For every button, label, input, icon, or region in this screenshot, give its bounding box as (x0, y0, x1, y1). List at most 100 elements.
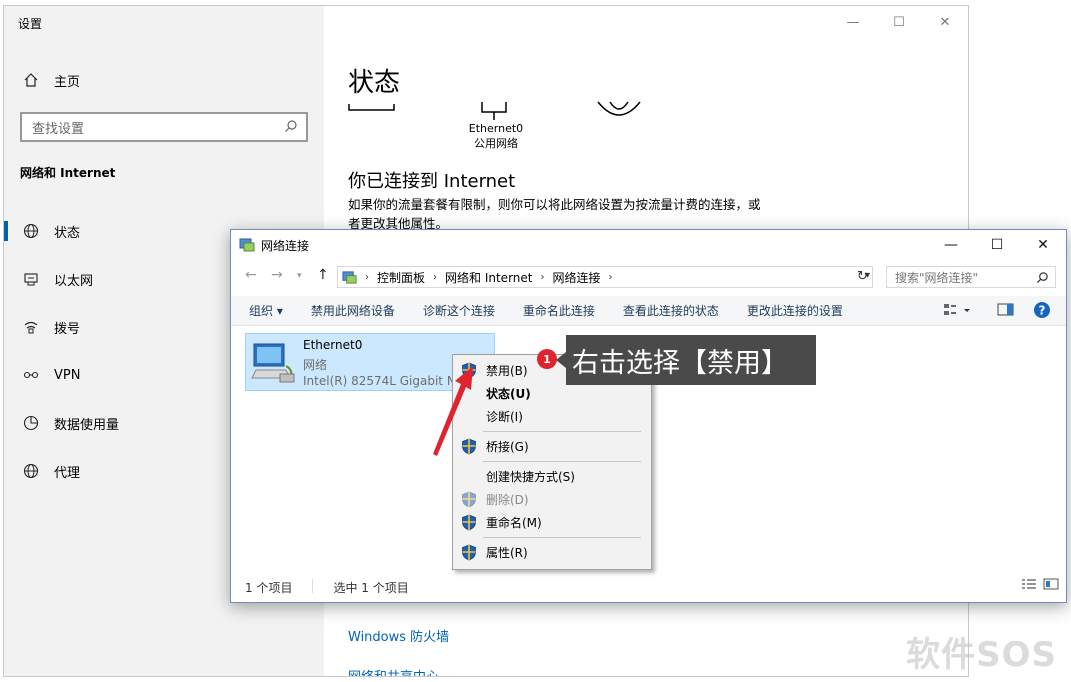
home-icon (20, 72, 42, 88)
ethernet-name: Ethernet0 (468, 122, 524, 135)
menu-label: 删除(D) (486, 493, 529, 507)
menu-item-rename[interactable]: 重命名(M) (453, 511, 651, 534)
menu-separator (483, 431, 641, 432)
diagnose-button[interactable]: 诊断这个连接 (423, 302, 495, 319)
view-status-button[interactable]: 查看此连接的状态 (623, 302, 719, 319)
help-icon[interactable]: ? (1033, 301, 1051, 322)
menu-label: 创建快捷方式(S) (486, 470, 575, 484)
dialup-icon (20, 319, 42, 335)
menu-separator (483, 461, 641, 462)
settings-caption-buttons: — ☐ ✕ (830, 6, 968, 38)
connection-name: Ethernet0 (303, 338, 363, 352)
firewall-link[interactable]: Windows 防火墙 (348, 626, 449, 645)
search-placeholder: 搜索"网络连接" (895, 270, 979, 285)
control-panel-icon (342, 270, 357, 285)
menu-label: 桥接(G) (486, 440, 529, 454)
nav-label: 状态 (54, 225, 81, 241)
annotation-step-badge: 1 (537, 349, 557, 369)
rename-button[interactable]: 重命名此连接 (523, 302, 595, 319)
nav-label: 数据使用量 (54, 417, 120, 433)
page-title: 状态 (348, 68, 401, 98)
command-bar: 组织 ▾ 禁用此网络设备 诊断这个连接 重命名此连接 查看此连接的状态 更改此连… (231, 296, 1066, 326)
close-button[interactable]: ✕ (1020, 230, 1066, 260)
menu-label: 状态(U) (486, 387, 531, 401)
tiles-view-icon[interactable] (1043, 575, 1059, 594)
disable-device-button[interactable]: 禁用此网络设备 (311, 302, 395, 319)
menu-separator (483, 537, 641, 538)
menu-item-create-shortcut[interactable]: 创建快捷方式(S) (453, 465, 651, 488)
nav-item-home[interactable]: 主页 (4, 62, 324, 98)
breadcrumb-separator: › (365, 271, 369, 283)
vpn-icon (20, 367, 42, 383)
annotation-callout: 右击选择【禁用】 (556, 335, 816, 385)
details-view-icon[interactable] (1021, 575, 1037, 594)
menu-label: 重命名(M) (486, 516, 542, 530)
nav-label: 主页 (54, 74, 81, 90)
watermark: 软件SOS (906, 635, 1057, 675)
organize-button[interactable]: 组织 ▾ (249, 302, 283, 319)
nav-label: 拨号 (54, 321, 81, 337)
sharing-center-link[interactable]: 网络和共享中心 (348, 666, 439, 676)
data-usage-icon (20, 415, 42, 431)
up-arrow-icon[interactable]: ↑ (317, 267, 329, 283)
breadcrumb-separator: › (433, 271, 438, 283)
close-button[interactable]: ✕ (922, 6, 968, 38)
ethernet-label: Ethernet0 公用网络 (452, 121, 540, 151)
breadcrumb-separator: › (540, 271, 545, 283)
uac-shield-icon (461, 491, 477, 511)
uac-shield-icon (461, 514, 477, 534)
proxy-globe-icon (20, 463, 42, 479)
address-bar[interactable]: › 控制面板 › 网络和 Internet › 网络连接 › ▾ (337, 266, 873, 288)
nav-label: VPN (54, 367, 81, 383)
svg-text:?: ? (1039, 304, 1046, 318)
annotation-arrow-icon (433, 366, 473, 456)
connected-description: 如果你的流量套餐有限制，则你可以将此网络设置为按流量计费的连接，或者更改其他属性… (348, 197, 761, 231)
breadcrumb-control-panel[interactable]: 控制面板 (377, 269, 425, 286)
network-diagram-icon (348, 101, 641, 120)
change-settings-button[interactable]: 更改此连接的设置 (747, 302, 843, 319)
minimize-button[interactable]: — (830, 6, 876, 38)
minimize-button[interactable]: — (928, 230, 974, 260)
menu-label: 禁用(B) (486, 364, 528, 378)
maximize-button[interactable]: ☐ (876, 6, 922, 38)
search-icon (284, 119, 298, 137)
back-arrow-icon[interactable]: ← (245, 267, 257, 283)
nav-label: 以太网 (54, 273, 94, 289)
status-bar: 1 个项目 选中 1 个项目 (245, 579, 409, 596)
preview-pane-icon[interactable] (997, 302, 1015, 321)
menu-item-properties[interactable]: 属性(R) (453, 541, 651, 564)
breadcrumb-separator: › (608, 271, 613, 283)
search-placeholder: 查找设置 (32, 121, 85, 137)
breadcrumb-network-internet[interactable]: 网络和 Internet (445, 269, 532, 286)
maximize-button[interactable]: ☐ (974, 230, 1020, 260)
globe-icon (20, 223, 42, 239)
item-count: 1 个项目 (245, 581, 293, 595)
address-bar-row: ← → ▾ ↑ › 控制面板 › 网络和 Internet › 网络连接 › ▾… (231, 261, 1066, 293)
status-divider (312, 579, 314, 593)
menu-label: 诊断(I) (486, 410, 523, 424)
caption-buttons: — ☐ ✕ (928, 230, 1066, 260)
uac-shield-icon (461, 544, 477, 564)
breadcrumb-network-connections[interactable]: 网络连接 (552, 269, 600, 286)
refresh-icon[interactable]: ↻ (857, 269, 868, 284)
search-input[interactable]: 搜索"网络连接" (886, 266, 1056, 288)
view-options-icon[interactable] (943, 302, 973, 321)
connection-status: 网络 (303, 358, 328, 372)
selected-count: 选中 1 个项目 (333, 581, 409, 595)
connected-heading: 你已连接到 Internet (348, 171, 516, 192)
settings-search-input[interactable]: 查找设置 (20, 112, 308, 142)
menu-label: 属性(R) (486, 546, 528, 560)
settings-window-title: 设置 (18, 17, 43, 31)
network-folder-icon (239, 237, 255, 257)
settings-section-title: 网络和 Internet (20, 166, 116, 180)
search-icon (1036, 271, 1049, 287)
screen: 设置 — ☐ ✕ 主页 查找设置 网络和 Internet 状态 以太网 拨号 … (0, 0, 1071, 682)
ethernet-icon (20, 271, 42, 287)
network-type: 公用网络 (474, 137, 518, 150)
menu-item-delete: 删除(D) (453, 488, 651, 511)
window-title: 网络连接 (261, 239, 310, 253)
recent-dropdown-icon[interactable]: ▾ (297, 271, 302, 281)
title-bar: 网络连接 — ☐ ✕ (231, 230, 1066, 260)
network-computer-icon (250, 340, 298, 390)
forward-arrow-icon[interactable]: → (271, 267, 283, 283)
